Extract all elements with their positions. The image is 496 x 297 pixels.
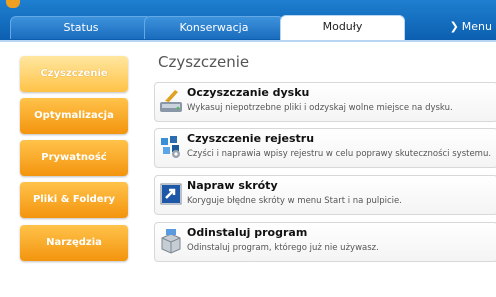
tab-label: Status [63, 21, 99, 34]
module-description: Koryguje błędne skróty w menu Start i na… [187, 196, 402, 206]
sidebar: Czyszczenie Optymalizacja Prywatność Pli… [0, 44, 144, 284]
module-heading: Napraw skróty [187, 179, 278, 192]
module-description: Czyści i naprawia wpisy rejestru w celu … [187, 149, 492, 159]
sidebar-item-czyszczenie[interactable]: Czyszczenie [20, 56, 128, 92]
tab-moduly[interactable]: Moduły [280, 15, 405, 41]
page-title: Czyszczenie [158, 53, 250, 71]
module-item-uninstall[interactable]: Odinstaluj program Odinstaluj program, k… [154, 222, 496, 262]
module-item-disk-cleanup[interactable]: Oczyszczanie dysku Wykasuj niepotrzebne … [154, 82, 496, 122]
header-divider [0, 40, 496, 42]
registry-cleaner-icon [161, 136, 180, 158]
module-heading: Czyszczenie rejestru [187, 132, 315, 145]
menu-label: Menu [461, 20, 492, 33]
module-heading: Odinstaluj program [187, 226, 308, 239]
module-item-fix-shortcuts[interactable]: Napraw skróty Koryguje błędne skróty w m… [154, 175, 496, 215]
sidebar-item-label: Narzędzia systemowe [42, 237, 106, 284]
sidebar-item-narzedzia-systemowe[interactable]: Narzędzia systemowe [20, 225, 128, 284]
module-item-registry-cleaner[interactable]: Czyszczenie rejestru Czyści i naprawia w… [154, 128, 496, 168]
sidebar-item-label: Czyszczenie [40, 68, 108, 79]
tab-status[interactable]: Status [10, 16, 152, 39]
tab-label: Konserwacja [179, 21, 249, 34]
module-description: Wykasuj niepotrzebne pliki i odzyskaj wo… [187, 103, 453, 113]
sidebar-item-prywatnosc[interactable]: Prywatność [20, 140, 128, 176]
shortcut-fix-icon [160, 183, 182, 205]
uninstall-icon [161, 229, 181, 254]
menu-button[interactable]: ❯ Menu [450, 16, 492, 38]
header-bar: Status Konserwacja Moduły ❯ Menu [0, 0, 496, 41]
disk-cleanup-icon [160, 90, 182, 112]
tab-konserwacja[interactable]: Konserwacja [144, 16, 284, 39]
tab-label: Moduły [322, 20, 363, 33]
main-panel: Czyszczenie Oczyszczanie dysku Wykasuj n… [150, 44, 496, 279]
sidebar-item-pliki-foldery[interactable]: Pliki & Foldery [20, 182, 128, 218]
sidebar-item-label: Optymalizacja [34, 110, 114, 121]
sidebar-item-optymalizacja[interactable]: Optymalizacja [20, 98, 128, 134]
sidebar-item-label: Pliki & Foldery [32, 194, 116, 205]
sidebar-item-label: Prywatność [41, 152, 107, 163]
module-description: Odinstaluj program, którego już nie używ… [187, 243, 379, 253]
chevron-right-icon: ❯ [449, 20, 459, 33]
app-logo-icon [6, 0, 20, 8]
module-heading: Oczyszczanie dysku [187, 86, 310, 99]
